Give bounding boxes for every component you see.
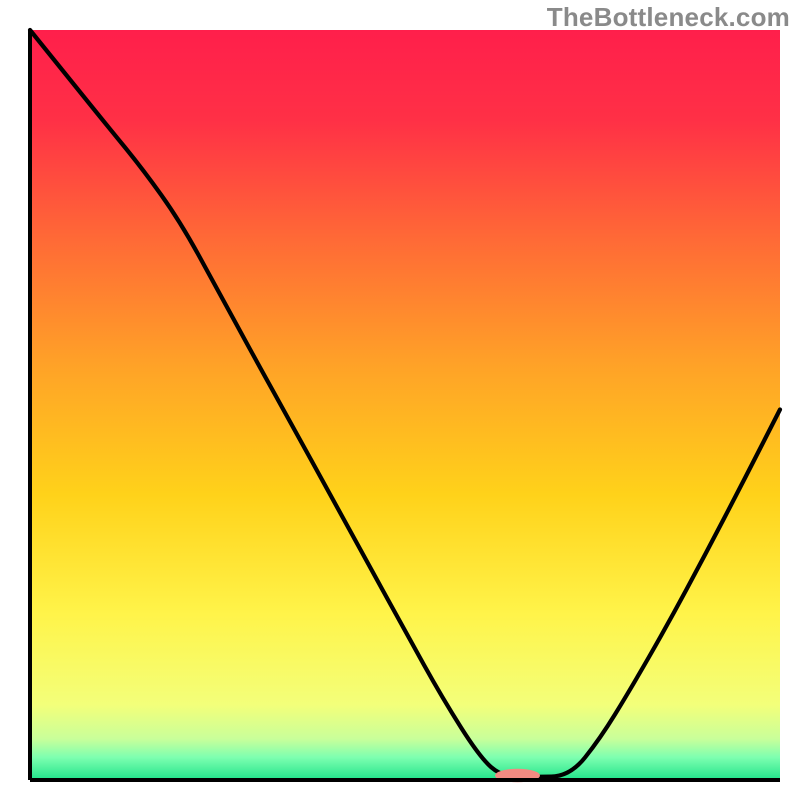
gradient-background — [30, 30, 780, 780]
chart-container: TheBottleneck.com — [0, 0, 800, 800]
bottleneck-chart — [0, 0, 800, 800]
watermark-text: TheBottleneck.com — [547, 2, 790, 33]
